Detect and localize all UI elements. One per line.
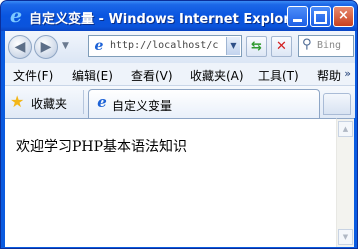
scroll-down-icon[interactable]: ▼ — [338, 229, 353, 245]
new-tab-button[interactable] — [323, 93, 351, 115]
menu-overflow-icon[interactable]: » — [342, 67, 351, 80]
divider — [83, 90, 84, 114]
browser-window: e 自定义变量 - Windows Internet Explorer × ◀ … — [0, 0, 358, 249]
favorites-button[interactable]: 收藏夹 — [31, 95, 67, 112]
refresh-button[interactable]: ⇆ — [246, 36, 267, 57]
address-dropdown-icon[interactable]: ▼ — [226, 37, 240, 55]
menu-bar: 文件(F) 编辑(E) 查看(V) 收藏夹(A) 工具(T) 帮助 » — [5, 63, 355, 86]
tab-title: 自定义变量 — [112, 99, 173, 113]
tab-active[interactable]: e 自定义变量 — [88, 89, 320, 118]
maximize-button[interactable] — [310, 6, 331, 27]
maximize-icon — [314, 11, 327, 24]
menu-view[interactable]: 查看(V) — [131, 67, 173, 84]
menu-favorites[interactable]: 收藏夹(A) — [190, 67, 244, 84]
forward-button[interactable]: ▶ — [34, 35, 58, 59]
search-input[interactable]: Bing — [317, 40, 341, 51]
menu-edit[interactable]: 编辑(E) — [72, 67, 113, 84]
history-dropdown-icon[interactable]: ▼ — [62, 41, 69, 51]
back-button[interactable]: ◀ — [8, 35, 32, 59]
search-box[interactable]: ⚲ Bing — [298, 35, 354, 57]
page-content: 欢迎学习PHP基本语法知识 — [5, 118, 336, 247]
window-title: 自定义变量 - Windows Internet Explorer — [29, 12, 305, 27]
menu-help[interactable]: 帮助 — [317, 67, 341, 84]
page-icon: e — [94, 38, 104, 54]
title-bar[interactable]: e 自定义变量 - Windows Internet Explorer × — [1, 1, 357, 31]
vertical-scrollbar[interactable]: ▲ ▼ — [336, 118, 354, 247]
address-input[interactable]: http://localhost/c — [110, 40, 226, 51]
page-icon: e — [97, 93, 107, 111]
menu-tools[interactable]: 工具(T) — [258, 67, 299, 84]
scroll-up-icon[interactable]: ▲ — [338, 121, 353, 137]
ie-logo-icon: e — [9, 5, 23, 27]
navigation-bar: ◀ ▶ ▼ e http://localhost/c ▼ ⇆ ✕ ⚲ Bing — [5, 31, 355, 63]
minimize-icon — [293, 19, 302, 22]
favorites-bar: ★ 收藏夹 e 自定义变量 — [5, 86, 355, 118]
minimize-button[interactable] — [287, 6, 308, 27]
stop-button[interactable]: ✕ — [271, 36, 292, 57]
star-icon: ★ — [10, 92, 25, 111]
menu-file[interactable]: 文件(F) — [13, 67, 53, 84]
page-text: 欢迎学习PHP基本语法知识 — [16, 139, 188, 155]
address-bar[interactable]: e http://localhost/c ▼ — [88, 35, 242, 57]
search-icon: ⚲ — [302, 37, 312, 52]
close-button[interactable]: × — [333, 6, 354, 27]
